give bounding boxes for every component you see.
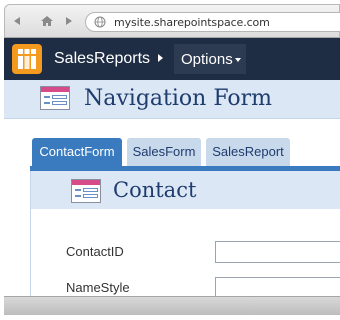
contact-form-header: Contact	[31, 171, 340, 209]
breadcrumb-arrow-icon	[158, 54, 163, 62]
tab-salesreport[interactable]: SalesReport	[206, 138, 290, 166]
navigation-form-header: Navigation Form	[4, 80, 340, 119]
url-text[interactable]: mysite.sharepointspace.com	[114, 16, 270, 29]
tab-contactform[interactable]: ContactForm	[32, 138, 122, 166]
contactid-input[interactable]	[215, 241, 340, 263]
contactid-label: ContactID	[66, 244, 124, 259]
page-title: Navigation Form	[84, 86, 272, 111]
tab-label: SalesForm	[132, 144, 196, 159]
form-icon	[40, 86, 70, 110]
back-arrow-icon[interactable]	[9, 13, 25, 29]
access-app-logo-icon[interactable]	[12, 44, 42, 74]
namestyle-label: NameStyle	[66, 280, 130, 295]
app-header: SalesReports Options	[4, 38, 340, 80]
contact-title: Contact	[113, 178, 197, 202]
tab-label: ContactForm	[39, 144, 115, 159]
contact-subform: Contact ContactID NameStyle	[30, 171, 340, 299]
horizontal-scrollbar[interactable]	[4, 296, 340, 315]
home-icon[interactable]	[39, 13, 55, 29]
forward-arrow-icon[interactable]	[61, 13, 77, 29]
globe-icon	[94, 16, 106, 28]
form-icon	[71, 179, 101, 203]
chevron-down-icon	[235, 58, 241, 62]
tab-salesform[interactable]: SalesForm	[127, 138, 201, 166]
tab-label: SalesReport	[212, 144, 284, 159]
address-bar[interactable]: mysite.sharepointspace.com	[85, 12, 340, 32]
options-label: Options	[181, 51, 233, 68]
options-menu-button[interactable]: Options	[174, 44, 246, 74]
browser-toolbar: mysite.sharepointspace.com	[4, 4, 340, 38]
app-title-link[interactable]: SalesReports	[54, 50, 150, 68]
